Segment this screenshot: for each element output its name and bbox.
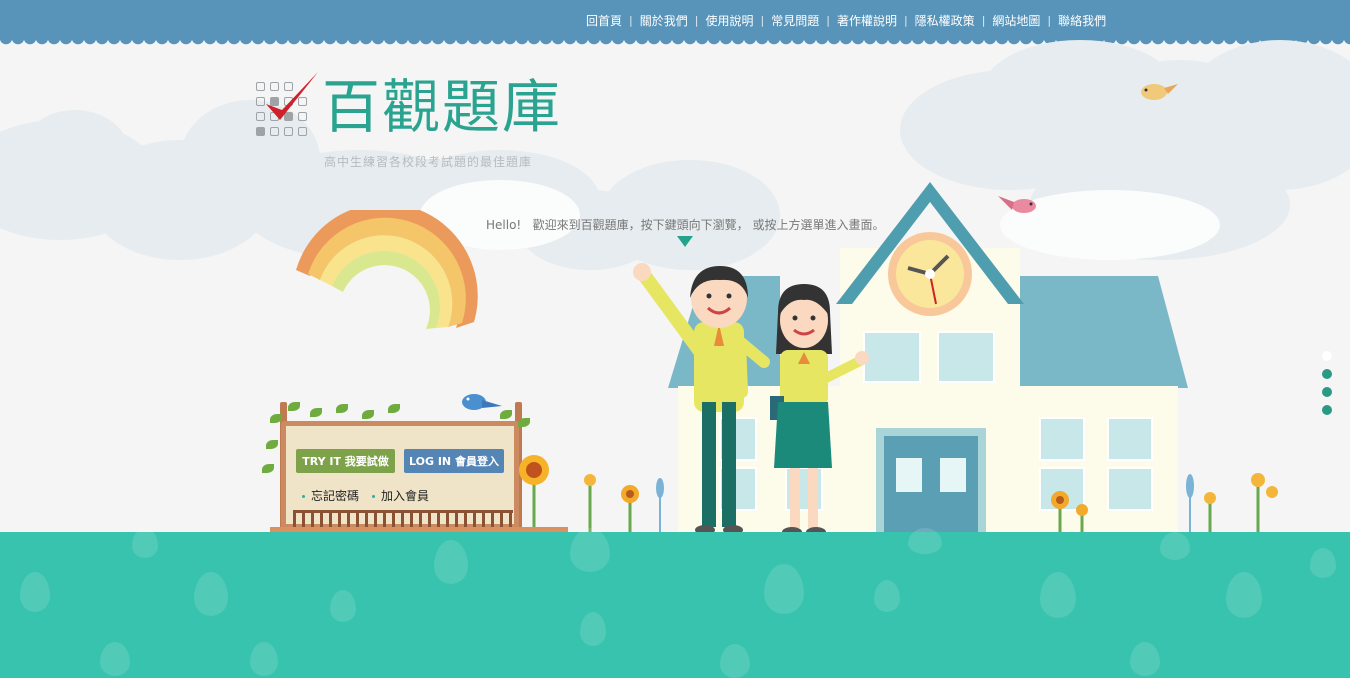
- login-button[interactable]: LOG IN 會員登入: [404, 449, 504, 473]
- page-dot[interactable]: [1322, 351, 1332, 361]
- forgot-password-link[interactable]: 忘記密碼: [302, 487, 359, 504]
- nav-separator: |: [694, 14, 699, 27]
- site-logo-title[interactable]: 百觀題庫: [322, 72, 562, 142]
- page-dot[interactable]: [1322, 369, 1332, 379]
- nav-separator: |: [826, 14, 830, 27]
- nav-separator: |: [760, 14, 765, 27]
- nav-item-copyright[interactable]: 著作權說明: [837, 12, 897, 29]
- nav-separator: |: [981, 14, 986, 27]
- fence-decoration: [293, 510, 513, 527]
- bird-illustration: [462, 394, 502, 410]
- nav-separator: |: [1047, 14, 1052, 27]
- bird-illustration: [1141, 84, 1178, 100]
- nav-item-contact[interactable]: 聯絡我們: [1058, 12, 1106, 29]
- join-member-link[interactable]: 加入會員: [372, 487, 429, 504]
- bullet-icon: [302, 495, 305, 498]
- sunflower-illustration: [519, 455, 549, 530]
- nav-separator: |: [629, 14, 633, 27]
- nav-item-home[interactable]: 回首頁: [586, 12, 622, 29]
- nav-item-guide[interactable]: 使用說明: [705, 12, 753, 29]
- ground-area: [0, 528, 1350, 678]
- join-member-label: 加入會員: [381, 489, 430, 503]
- student-girl-illustration: [770, 284, 869, 537]
- page-dot[interactable]: [1322, 387, 1332, 397]
- nav-item-faq[interactable]: 常見問題: [771, 12, 819, 29]
- page-dot[interactable]: [1322, 405, 1332, 415]
- flowers-illustration: [1051, 473, 1278, 534]
- nav-item-privacy[interactable]: 隱私權政策: [915, 12, 975, 29]
- rainbow-illustration: [296, 210, 478, 329]
- forgot-password-label: 忘記密碼: [311, 489, 360, 503]
- nav-scallop-edge: [0, 38, 1350, 46]
- nav-item-sitemap[interactable]: 網站地圖: [992, 12, 1040, 29]
- checkmark-icon: [266, 72, 318, 120]
- nav-item-about[interactable]: 關於我們: [640, 12, 688, 29]
- site-tagline: 高中生練習各校段考試題的最佳題庫: [324, 155, 533, 169]
- main-nav: 回首頁 | 關於我們 | 使用說明 | 常見問題 | 著作權說明 | 隱私權政策…: [586, 12, 1106, 29]
- bullet-icon: [372, 495, 375, 498]
- try-it-button[interactable]: TRY IT 我要試做: [296, 449, 395, 473]
- nav-separator: |: [903, 14, 908, 27]
- flowers-illustration: [584, 474, 664, 534]
